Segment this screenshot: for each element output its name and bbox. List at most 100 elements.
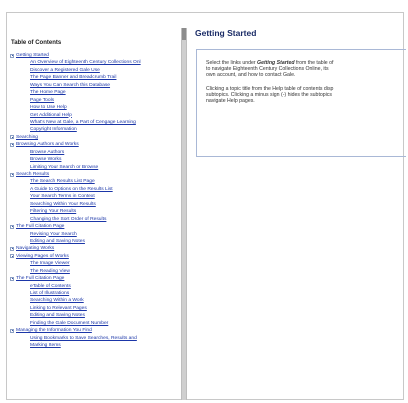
toc-item-label[interactable]: The Page Banner and Breadcrumb Trail bbox=[10, 75, 116, 80]
toc-item-label[interactable]: Getting Started bbox=[10, 53, 49, 58]
collapse-minus-icon[interactable] bbox=[10, 254, 14, 259]
toc-item[interactable]: An Overview of Eighteenth Century Collec… bbox=[10, 59, 187, 66]
toc-item-label[interactable]: A Guide to Options on the Results List bbox=[10, 187, 113, 192]
toc-item[interactable]: Using Bookmarks to Save Searches, Result… bbox=[10, 335, 187, 342]
toc-item-label[interactable]: Browse Works bbox=[10, 157, 61, 162]
collapse-minus-icon[interactable] bbox=[10, 246, 14, 251]
collapse-minus-icon[interactable] bbox=[10, 172, 14, 177]
toc-item[interactable]: Changing the Sort Order of Results bbox=[10, 216, 187, 223]
toc-item[interactable]: The Search Results List Page bbox=[10, 178, 187, 185]
toc-item-label[interactable]: The Reading View bbox=[10, 269, 70, 274]
collapse-minus-icon[interactable] bbox=[10, 224, 14, 229]
splitter-handle[interactable] bbox=[182, 28, 186, 40]
toc-item-label[interactable]: The Home Page bbox=[10, 90, 66, 95]
toc-list: Getting Started An Overview of Eighteenth… bbox=[10, 52, 187, 350]
toc-item[interactable]: The Reading View bbox=[10, 268, 187, 275]
toc-item-label[interactable]: Filtering Your Results bbox=[10, 209, 76, 214]
toc-item-label[interactable]: Browse Authors bbox=[10, 150, 64, 155]
toc-item[interactable]: Getting Started bbox=[10, 52, 187, 59]
toc-item[interactable]: Browse Works bbox=[10, 156, 187, 163]
toc-item[interactable]: Page Tools bbox=[10, 97, 187, 104]
pane-splitter[interactable] bbox=[181, 28, 187, 400]
toc-item-label[interactable]: Editing and Saving Notes bbox=[10, 313, 85, 318]
toc-item-label[interactable]: The Search Results List Page bbox=[10, 179, 95, 184]
toc-item-label[interactable]: Searching bbox=[10, 135, 38, 140]
toc-item-label[interactable]: Revising Your Search bbox=[10, 232, 77, 237]
toc-item[interactable]: Revising Your Search bbox=[10, 231, 187, 238]
toc-item-label[interactable]: Search Results bbox=[10, 172, 49, 177]
toc-item[interactable]: Editing and Saving Notes bbox=[10, 312, 187, 319]
toc-item[interactable]: The Page Banner and Breadcrumb Trail bbox=[10, 74, 187, 81]
toc-item[interactable]: Editing and Saving Notes bbox=[10, 238, 187, 245]
toc-item-label[interactable]: Editing and Saving Notes bbox=[10, 239, 85, 244]
toc-item[interactable]: The Full Citation Page bbox=[10, 223, 187, 230]
collapse-minus-icon[interactable] bbox=[10, 135, 14, 140]
toc-item[interactable]: Searching Within Your Results bbox=[10, 201, 187, 208]
toc-item-label[interactable]: Marking Items bbox=[10, 343, 61, 348]
toc-item[interactable]: eTable of Contents bbox=[10, 283, 187, 290]
toc-item[interactable]: How to Use Help bbox=[10, 104, 187, 111]
toc-item[interactable]: Managing the Information You Find bbox=[10, 327, 187, 334]
toc-item[interactable]: Filtering Your Results bbox=[10, 208, 187, 215]
page-title: Getting Started bbox=[195, 28, 257, 38]
toc-item-label[interactable]: How to Use Help bbox=[10, 105, 67, 110]
toc-item[interactable]: Search Results bbox=[10, 171, 187, 178]
toc-item-label[interactable]: Get Additional Help bbox=[10, 113, 72, 118]
toc-item-label[interactable]: Changing the Sort Order of Results bbox=[10, 217, 106, 222]
paragraph-1-line-1-pre: Select the links under bbox=[206, 60, 258, 66]
toc-item-label[interactable]: Managing the Information You Find bbox=[10, 328, 92, 333]
toc-item-label[interactable]: Searching Within a Work bbox=[10, 298, 84, 303]
toc-item-label[interactable]: Searching Within Your Results bbox=[10, 202, 96, 207]
toc-item-label[interactable]: What's New at Gale, a Part of Cengage Le… bbox=[10, 120, 136, 125]
toc-item[interactable]: Navigating Works bbox=[10, 245, 187, 252]
toc-item[interactable]: Searching Within a Work bbox=[10, 297, 187, 304]
toc-item-label[interactable]: Your Search Terms in Context bbox=[10, 194, 95, 199]
toc-item-label[interactable]: Discover a Registered Gale Use bbox=[10, 68, 100, 73]
toc-item-label[interactable]: The Full Citation Page bbox=[10, 276, 64, 281]
toc-item[interactable]: What's New at Gale, a Part of Cengage Le… bbox=[10, 119, 187, 126]
toc-item-label[interactable]: The Full Citation Page bbox=[10, 224, 64, 229]
toc-item[interactable]: Finding the Gale Document Number bbox=[10, 320, 187, 327]
toc-item[interactable]: Copyright Information bbox=[10, 126, 187, 133]
toc-item[interactable]: A Guide to Options on the Results List bbox=[10, 186, 187, 193]
toc-item[interactable]: Searching bbox=[10, 134, 187, 141]
toc-item[interactable]: Your Search Terms in Context bbox=[10, 193, 187, 200]
toc-item[interactable]: The Full Citation Page bbox=[10, 275, 187, 282]
toc-item[interactable]: The Image Viewer bbox=[10, 260, 187, 267]
toc-item[interactable]: Ways You Can Search this Database bbox=[10, 82, 187, 89]
getting-started-emphasis: Getting Started bbox=[257, 60, 295, 66]
toc-item[interactable]: Linking to Relevant Pages bbox=[10, 305, 187, 312]
toc-item[interactable]: Marking Items bbox=[10, 342, 187, 349]
toc-item-label[interactable]: eTable of Contents bbox=[10, 284, 71, 289]
toc-item[interactable]: Limiting Your Search or Browse bbox=[10, 164, 187, 171]
toc-item[interactable]: Browsing Authors and Works bbox=[10, 141, 187, 148]
toc-item-label[interactable]: Ways You Can Search this Database bbox=[10, 83, 110, 88]
collapse-minus-icon[interactable] bbox=[10, 276, 14, 281]
toc-item-label[interactable]: Finding the Gale Document Number bbox=[10, 321, 108, 326]
content-pane: Getting Started Select the links under G… bbox=[192, 28, 406, 400]
toc-item-label[interactable]: The Image Viewer bbox=[10, 261, 70, 266]
toc-item[interactable]: List of Illustrations bbox=[10, 290, 187, 297]
toc-item[interactable]: Browse Authors bbox=[10, 149, 187, 156]
collapse-minus-icon[interactable] bbox=[10, 142, 14, 147]
toc-item-label[interactable]: Copyright Information bbox=[10, 127, 77, 132]
toc-item[interactable]: Get Additional Help bbox=[10, 112, 187, 119]
toc-item[interactable]: Discover a Registered Gale Use bbox=[10, 67, 187, 74]
toc-item-label[interactable]: Navigating Works bbox=[10, 246, 54, 251]
toc-item-label[interactable]: Using Bookmarks to Save Searches, Result… bbox=[10, 336, 137, 341]
toc-item[interactable]: Viewing Pages of Works bbox=[10, 253, 187, 260]
collapse-minus-icon[interactable] bbox=[10, 328, 14, 333]
toc-item-label[interactable]: Limiting Your Search or Browse bbox=[10, 165, 98, 170]
toc-item-label[interactable]: List of Illustrations bbox=[10, 291, 69, 296]
toc-title: Table of Contents bbox=[11, 40, 62, 46]
table-of-contents-pane: Table of Contents Getting Started An Over… bbox=[7, 13, 187, 399]
paragraph-1-line-3: own account, and how to contact Gale. bbox=[206, 72, 296, 79]
toc-item-label[interactable]: Browsing Authors and Works bbox=[10, 142, 79, 147]
toc-item-label[interactable]: Viewing Pages of Works bbox=[10, 254, 69, 259]
collapse-minus-icon[interactable] bbox=[10, 53, 14, 58]
paragraph-2-line-3: navigate Help pages. bbox=[206, 98, 255, 105]
toc-item-label[interactable]: Linking to Relevant Pages bbox=[10, 306, 87, 311]
toc-item-label[interactable]: Page Tools bbox=[10, 98, 54, 103]
toc-item[interactable]: The Home Page bbox=[10, 89, 187, 96]
toc-item-label[interactable]: An Overview of Eighteenth Century Collec… bbox=[10, 60, 141, 65]
